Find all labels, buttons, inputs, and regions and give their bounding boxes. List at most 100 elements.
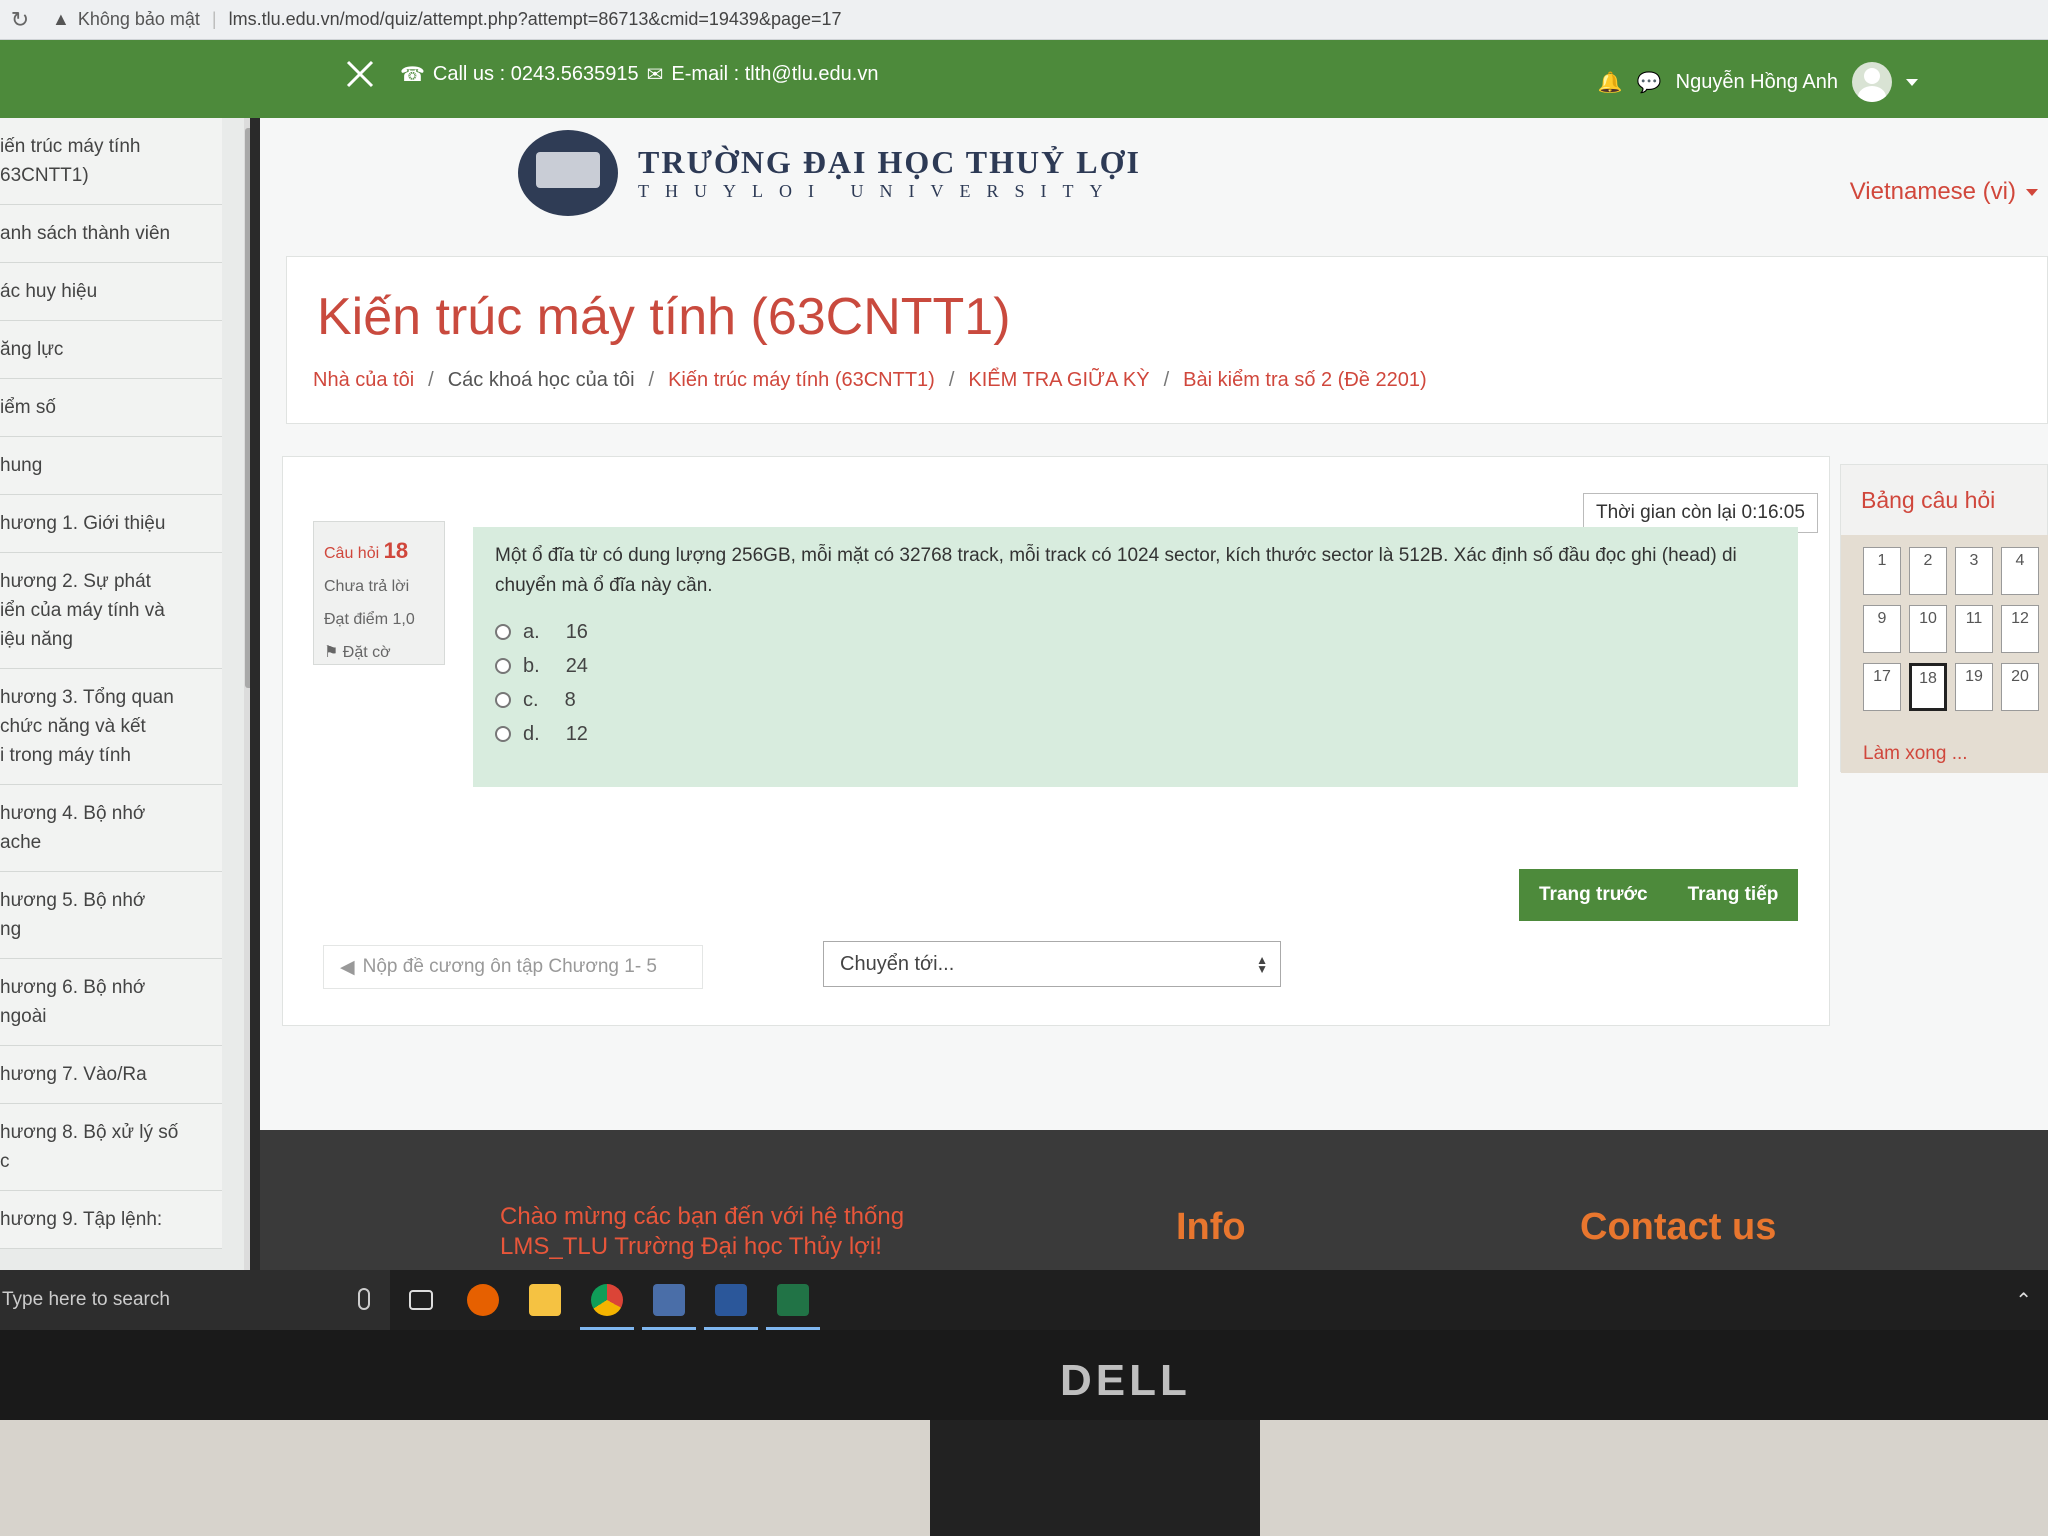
question-nav-cell[interactable]: 9 <box>1863 605 1901 653</box>
breadcrumb-item[interactable]: Bài kiểm tra số 2 (Đề 2201) <box>1183 369 1426 392</box>
page-navigation: Trang trước Trang tiếp <box>1519 869 1799 921</box>
option-letter: c. <box>523 688 539 711</box>
university-logo[interactable]: TRƯỜNG ĐẠI HỌC THUỶ LỢI THUYLOI UNIVERSI… <box>518 130 1141 216</box>
radio-button[interactable] <box>495 692 511 708</box>
email-text: E-mail : tlth@tlu.edu.vn <box>671 63 879 85</box>
course-sidebar: iến trúc máy tính 63CNTT1) anh sách thành… <box>0 118 250 1270</box>
option-letter: d. <box>523 722 540 745</box>
firefox-icon[interactable] <box>452 1270 514 1330</box>
word-icon[interactable] <box>700 1270 762 1330</box>
contact-info: ☎ Call us : 0243.5635915 ✉ E-mail : tlth… <box>400 62 878 87</box>
app-icon[interactable] <box>638 1270 700 1330</box>
radio-button[interactable] <box>495 624 511 640</box>
taskbar-search[interactable]: Type here to search <box>0 1270 390 1330</box>
question-text: Một ổ đĩa từ có dung lượng 256GB, mỗi mặ… <box>495 545 1737 596</box>
monitor-stand <box>930 1420 1260 1536</box>
phone-text: Call us : 0243.5635915 <box>432 63 639 85</box>
radio-button[interactable] <box>495 658 511 674</box>
close-icon[interactable] <box>340 54 380 94</box>
footer-info-heading: Info <box>1176 1206 1246 1248</box>
answer-option[interactable]: a. 16 <box>495 617 1776 647</box>
reload-icon[interactable]: ↻ <box>0 7 40 33</box>
separator: | <box>211 9 217 29</box>
question-nav-cell[interactable]: 17 <box>1863 663 1901 711</box>
next-page-button[interactable]: Trang tiếp <box>1667 869 1799 921</box>
breadcrumb-item[interactable]: Các khoá học của tôi <box>448 369 635 392</box>
sidebar-item[interactable]: iến trúc máy tính 63CNTT1) <box>0 118 222 205</box>
question-nav-cell[interactable]: 11 <box>1955 605 1993 653</box>
breadcrumb-item[interactable]: Kiến trúc máy tính (63CNTT1) <box>668 369 935 392</box>
phone-icon: ☎ <box>400 64 425 86</box>
university-name-en: THUYLOI UNIVERSITY <box>638 181 1119 201</box>
breadcrumb-item[interactable]: Nhà của tôi <box>313 369 414 392</box>
arrow-left-icon: ◀ <box>340 956 355 978</box>
quiz-navigation-block: Bảng câu hỏi 1 2 3 4 9 10 11 12 17 18 19 20 Làm xon… <box>1840 464 2048 773</box>
question-nav-cell[interactable]: 4 <box>2001 547 2039 595</box>
flag-question-button[interactable]: ⚑ Đặt cờ <box>324 636 434 669</box>
monitor-brand-logo: DELL <box>1060 1356 1191 1405</box>
jump-to-select[interactable]: Chuyển tới... ▲ ▼ <box>823 941 1281 987</box>
breadcrumb-item[interactable]: KIỂM TRA GIỮA KỲ <box>968 369 1149 392</box>
sidebar-item[interactable]: hương 1. Giới thiệu <box>0 495 222 553</box>
answer-option[interactable]: c. 8 <box>495 685 1776 715</box>
question-nav-cell[interactable]: 20 <box>2001 663 2039 711</box>
chevron-down-icon[interactable] <box>1906 78 1918 86</box>
message-icon[interactable]: 💬 <box>1637 70 1662 95</box>
answer-option[interactable]: b. 24 <box>495 651 1776 681</box>
chevron-up-icon[interactable]: ⌃ <box>2015 1288 2032 1313</box>
question-nav-cell[interactable]: 10 <box>1909 605 1947 653</box>
sidebar-item[interactable]: hương 6. Bộ nhớ ngoài <box>0 959 222 1046</box>
language-selector[interactable]: Vietnamese (vi) <box>1850 178 2038 206</box>
sidebar-item[interactable]: hương 9. Tập lệnh: <box>0 1191 222 1249</box>
sidebar-scroll-thumb[interactable] <box>245 128 250 688</box>
sidebar-item[interactable]: hương 7. Vào/Ra <box>0 1046 222 1104</box>
finish-attempt-link[interactable]: Làm xong ... <box>1863 743 1968 765</box>
option-value: 24 <box>565 654 588 677</box>
option-value: 12 <box>565 722 588 745</box>
radio-button[interactable] <box>495 726 511 742</box>
sidebar-item[interactable]: hương 5. Bộ nhớ ng <box>0 872 222 959</box>
security-indicator[interactable]: ▲ Không bảo mật <box>52 9 200 30</box>
notification-icon[interactable]: 🔔 <box>1598 70 1623 95</box>
previous-activity-link[interactable]: ◀ Nộp đề cương ôn tập Chương 1- 5 <box>323 945 703 989</box>
sidebar-item[interactable]: hương 8. Bộ xử lý số c <box>0 1104 222 1191</box>
sidebar-item[interactable]: hung <box>0 437 222 495</box>
chrome-icon[interactable] <box>576 1270 638 1330</box>
question-nav-cell[interactable]: 3 <box>1955 547 1993 595</box>
option-value: 8 <box>564 688 576 711</box>
question-nav-cell[interactable]: 18 <box>1909 663 1947 711</box>
mail-icon: ✉ <box>646 64 664 86</box>
previous-page-button[interactable]: Trang trước <box>1519 869 1668 921</box>
sidebar-item[interactable]: anh sách thành viên <box>0 205 222 263</box>
excel-icon[interactable] <box>762 1270 824 1330</box>
file-explorer-icon[interactable] <box>514 1270 576 1330</box>
microphone-icon[interactable] <box>358 1288 370 1310</box>
avatar[interactable] <box>1852 62 1892 102</box>
breadcrumb-separator: / <box>948 369 955 391</box>
monitor-bezel: DELL <box>0 1330 2048 1536</box>
question-nav-cell[interactable]: 1 <box>1863 547 1901 595</box>
task-view-icon[interactable] <box>390 1270 452 1330</box>
question-nav-cell[interactable]: 2 <box>1909 547 1947 595</box>
select-arrows-icon: ▲ ▼ <box>1256 953 1268 976</box>
option-letter: b. <box>523 654 540 677</box>
user-menu[interactable]: 🔔 💬 Nguyễn Hồng Anh <box>1598 62 1918 102</box>
breadcrumb: Nhà của tôi / Các khoá học của tôi / Kiế… <box>313 369 1427 392</box>
quiz-navigation-title: Bảng câu hỏi <box>1861 487 1996 513</box>
url-field[interactable]: lms.tlu.edu.vn/mod/quiz/attempt.php?atte… <box>229 9 842 30</box>
sidebar-item[interactable]: hương 3. Tổng quan chức năng và kết i tr… <box>0 669 222 785</box>
browser-address-bar: ↻ ▲ Không bảo mật | lms.tlu.edu.vn/mod/q… <box>0 0 2048 40</box>
footer-welcome: Chào mừng các bạn đến với hệ thống LMS_T… <box>500 1203 905 1260</box>
question-nav-cell[interactable]: 19 <box>1955 663 1993 711</box>
sidebar-item[interactable]: ăng lực <box>0 321 222 379</box>
sidebar-item[interactable]: hương 4. Bộ nhớ ache <box>0 785 222 872</box>
logo-seal <box>518 130 618 216</box>
answer-option[interactable]: d. 12 <box>495 719 1776 749</box>
user-name[interactable]: Nguyễn Hồng Anh <box>1676 71 1838 94</box>
sidebar-item[interactable]: iểm số <box>0 379 222 437</box>
university-name: TRƯỜNG ĐẠI HỌC THUỶ LỢI <box>638 144 1141 180</box>
sidebar-item[interactable]: ác huy hiệu <box>0 263 222 321</box>
question-nav-cell[interactable]: 12 <box>2001 605 2039 653</box>
sidebar-item[interactable]: hương 2. Sự phát iển của máy tính và iệu… <box>0 553 222 669</box>
warning-icon: ▲ <box>52 9 70 29</box>
